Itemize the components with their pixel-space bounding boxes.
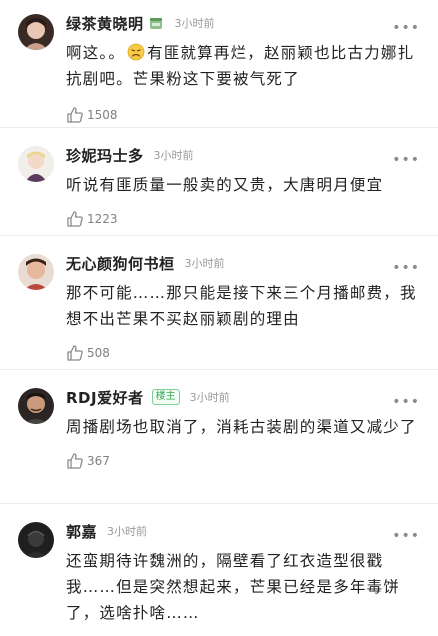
like-button[interactable]: 1508 (66, 98, 422, 132)
comment-text: 还蛮期待许魏洲的，隔壁看了红衣造型很戳我……但是突然想起来，芒果已经是多年毒饼了… (66, 552, 401, 622)
comment-text: 啊这。。 有匪就算再烂，赵丽颖也比古力娜扎抗剧吧。芒果粉这下要被气死了 (66, 40, 422, 92)
avatar[interactable] (18, 254, 54, 290)
comment-text: 听说有匪质量一般卖的又贵，大唐明月便宜 (66, 176, 384, 194)
username[interactable]: 珍妮玛士多 (66, 145, 144, 166)
comment-feed: 绿茶黄晓明 3小时前 ••• 啊这。。 有匪就算再烂，赵丽颖也比古力娜扎抗剧吧。芒… (0, 0, 438, 636)
timestamp: 3小时前 (184, 257, 225, 270)
comment-header: RDJ爱好者 楼主 3小时前 (66, 384, 422, 410)
more-options-icon[interactable]: ••• (392, 20, 420, 36)
sad-face-emoji-icon (127, 43, 145, 61)
badge-cup-icon (148, 15, 165, 31)
like-count: 1223 (87, 212, 118, 226)
comment-item: 郭嘉 3小时前 ••• 还蛮期待许魏洲的，隔壁看了红衣造型很戳我……但是突然想起… (0, 504, 438, 636)
more-options-icon[interactable]: ••• (392, 152, 420, 168)
comment-text: 周播剧场也取消了，消耗古装剧的渠道又减少了 (66, 418, 417, 436)
username[interactable]: 郭嘉 (66, 521, 97, 542)
comment-item: 珍妮玛士多 3小时前 ••• 听说有匪质量一般卖的又贵，大唐明月便宜 1223 (0, 128, 438, 236)
comment-item: RDJ爱好者 楼主 3小时前 ••• 周播剧场也取消了，消耗古装剧的渠道又减少了… (0, 370, 438, 504)
comment-header: 珍妮玛士多 3小时前 (66, 142, 422, 168)
comment-text-part: 啊这。。 (66, 44, 126, 62)
timestamp: 3小时前 (107, 525, 148, 538)
comment-item: 无心颜狗何书桓 3小时前 ••• 那不可能……那只能是接下来三个月播邮费，我想不… (0, 236, 438, 370)
timestamp: 3小时前 (153, 149, 194, 162)
like-button[interactable]: 508 (66, 336, 422, 370)
comment-text: 那不可能……那只能是接下来三个月播邮费，我想不出芒果不买赵丽颖剧的理由 (66, 284, 417, 328)
avatar[interactable] (18, 14, 54, 50)
more-options-icon[interactable]: ••• (392, 394, 420, 410)
comment-item: 绿茶黄晓明 3小时前 ••• 啊这。。 有匪就算再烂，赵丽颖也比古力娜扎抗剧吧。芒… (0, 0, 438, 128)
avatar[interactable] (18, 146, 54, 182)
like-count: 508 (87, 346, 110, 360)
comment-header: 绿茶黄晓明 3小时前 (66, 10, 422, 36)
username[interactable]: RDJ爱好者 (66, 387, 144, 408)
avatar[interactable] (18, 522, 54, 558)
timestamp: 3小时前 (174, 17, 215, 30)
thumbs-up-icon (67, 107, 83, 123)
comment-header: 无心颜狗何书桓 3小时前 (66, 250, 422, 276)
like-button[interactable]: 1223 (66, 202, 422, 236)
timestamp: 3小时前 (189, 391, 230, 404)
thumbs-up-icon (67, 211, 83, 227)
thumbs-up-icon (67, 453, 83, 469)
thumbs-up-icon (67, 345, 83, 361)
more-options-icon[interactable]: ••• (392, 260, 420, 276)
avatar[interactable] (18, 388, 54, 424)
more-options-icon[interactable]: ••• (392, 528, 420, 544)
like-count: 367 (87, 454, 110, 468)
username[interactable]: 无心颜狗何书桓 (66, 253, 175, 274)
like-count: 1508 (87, 108, 118, 122)
op-badge: 楼主 (151, 389, 180, 405)
like-button[interactable]: 367 (66, 444, 422, 478)
comment-header: 郭嘉 3小时前 (66, 518, 422, 544)
username[interactable]: 绿茶黄晓明 (66, 13, 144, 34)
